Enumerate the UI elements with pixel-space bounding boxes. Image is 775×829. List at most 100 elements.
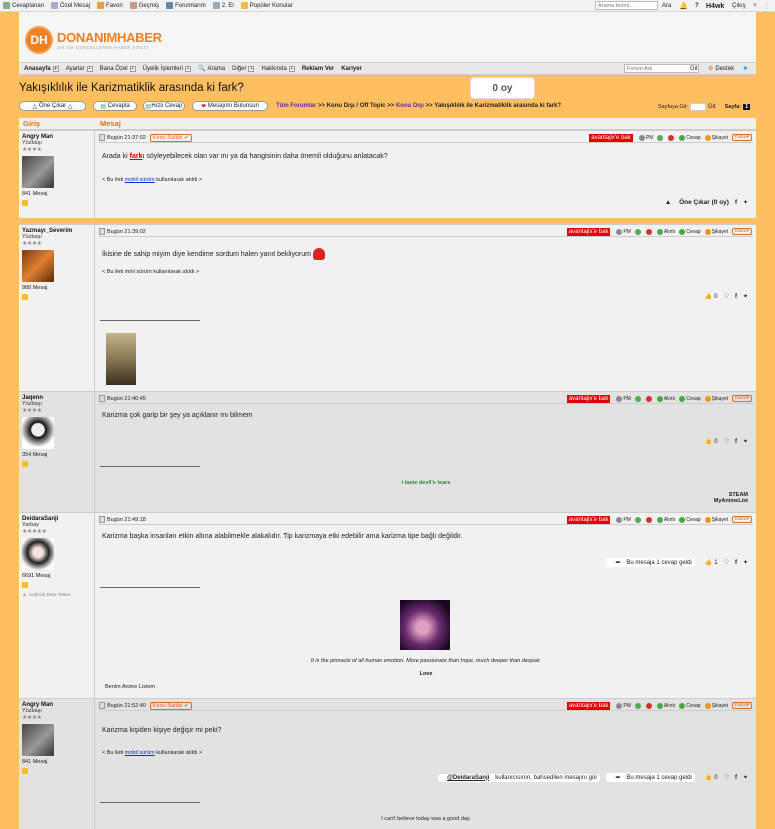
cevap-button[interactable]: Cevap	[679, 395, 701, 402]
rss-icon[interactable]	[22, 582, 28, 588]
highlight-button[interactable]: △ Öne Çıkar △	[19, 101, 86, 111]
cevap-button[interactable]: Cevap	[679, 702, 701, 709]
more-dropdown[interactable]: Daha ▾	[732, 395, 752, 402]
cevap-button[interactable]: Cevap	[679, 228, 701, 235]
user-icon[interactable]	[657, 134, 664, 141]
rss-icon[interactable]	[22, 768, 28, 774]
sikayet-button[interactable]: Şikayet	[704, 228, 728, 235]
anime-list-link[interactable]: Benim Anime Listem	[105, 684, 155, 690]
sikayet-button[interactable]: Şikayet	[704, 134, 728, 141]
twitter-icon[interactable]: ✦	[743, 774, 748, 781]
facebook-icon[interactable]: f	[735, 294, 737, 300]
like-icon[interactable]: 👍	[705, 438, 712, 445]
block-icon[interactable]	[645, 702, 653, 709]
topbar-gecmis[interactable]: Geçmiş	[129, 2, 159, 9]
pm-button[interactable]: PM	[616, 516, 631, 523]
page-number[interactable]: 1	[743, 104, 751, 110]
ad-badge[interactable]: avantajix'e bak	[566, 227, 611, 236]
rss-icon[interactable]	[22, 200, 28, 206]
vote-counter[interactable]: 0 oy	[470, 77, 535, 99]
pin-icon[interactable]: ▼	[752, 1, 758, 11]
topbar-cevaplanan[interactable]: Cevaplanan	[3, 2, 44, 9]
heart-icon[interactable]: ♡	[724, 774, 729, 781]
nav-arama[interactable]: 🔍 Arama	[198, 65, 225, 73]
logo-icon[interactable]: DH	[25, 26, 53, 54]
pm-button[interactable]: PM	[616, 395, 631, 402]
user-icon[interactable]	[634, 516, 642, 523]
search-button[interactable]: Ara	[662, 1, 671, 11]
find-my-message-button[interactable]: ❤ Mesajımı Bulunsun	[192, 101, 268, 111]
facebook-icon[interactable]: f	[735, 439, 737, 445]
col-login[interactable]: Giriş	[23, 119, 100, 128]
topbar-favori[interactable]: Favori	[97, 2, 123, 9]
sikayet-button[interactable]: Şikayet	[704, 395, 728, 402]
user-icon[interactable]	[634, 228, 642, 235]
block-icon[interactable]	[668, 134, 675, 141]
block-icon[interactable]	[645, 395, 653, 402]
more-icon[interactable]: ⋮	[764, 1, 770, 11]
pm-button[interactable]: PM	[616, 702, 631, 709]
bell-icon[interactable]: 🔔	[679, 1, 688, 11]
nav-uyelik[interactable]: Üyelik İşlemleri +	[143, 65, 191, 72]
ad-badge[interactable]: avantajix'e bak	[566, 515, 611, 524]
breadcrumb-all[interactable]: Tüm Forumlar	[276, 103, 316, 109]
alinti-button[interactable]: Alıntı	[656, 516, 675, 523]
replies-button[interactable]: ➦ Bu mesaja 1 cevap geldi	[606, 558, 695, 567]
help-button[interactable]: ?	[695, 1, 699, 11]
support-link[interactable]: ⚙ Destek	[708, 65, 734, 73]
like-icon[interactable]: 👍	[705, 293, 712, 300]
ad-badge[interactable]: avantajix'e bak	[566, 701, 611, 710]
forum-go-button[interactable]: Git	[690, 66, 698, 72]
heart-icon[interactable]: ♡	[724, 559, 729, 566]
twitter-icon[interactable]: ✦	[743, 293, 748, 300]
cevap-button[interactable]: Cevap	[679, 516, 701, 523]
nav-ayarlar[interactable]: Ayarlar +	[66, 65, 93, 72]
cevap-button[interactable]: Cevap	[679, 134, 701, 141]
breadcrumb-category[interactable]: Konu Dışı / Off Topic	[327, 103, 386, 109]
logout-link[interactable]: Çıkış	[732, 1, 746, 11]
avatar[interactable]	[22, 156, 54, 188]
mention-button[interactable]: @DeidaraSanji kullanıcısının, bahsedilen…	[438, 773, 601, 782]
twitter-icon[interactable]: ✦	[743, 199, 748, 206]
page-input[interactable]	[689, 103, 706, 111]
like-icon[interactable]: 👍	[705, 559, 712, 566]
user-icon[interactable]	[634, 702, 642, 709]
more-dropdown[interactable]: Daha ▾	[732, 516, 752, 523]
nav-kariyer[interactable]: Kariyer	[341, 66, 362, 72]
more-dropdown[interactable]: Daha ▾	[732, 702, 752, 709]
block-icon[interactable]	[645, 228, 653, 235]
avatar[interactable]	[22, 250, 54, 282]
more-dropdown[interactable]: Daha ▾	[732, 134, 752, 141]
forum-name-input[interactable]	[624, 64, 699, 73]
twitter-icon[interactable]: ✦	[743, 438, 748, 445]
topbar-forumlarim[interactable]: Forumlarım	[166, 2, 206, 9]
mobile-version-link[interactable]: mobil sürüm	[125, 177, 155, 183]
sikayet-button[interactable]: Şikayet	[704, 702, 728, 709]
replies-button[interactable]: ➦ Bu mesaja 1 cevap geldi	[606, 773, 695, 782]
nav-reklam[interactable]: Reklam Ver	[302, 66, 334, 72]
quick-reply-button[interactable]: ▤ Hızlı Cevap	[143, 101, 185, 111]
avatar[interactable]	[22, 724, 54, 756]
topbar-populer[interactable]: Popüler Konular	[240, 2, 293, 9]
twitter-icon[interactable]: ✦	[743, 559, 748, 566]
heart-icon[interactable]: ♡	[724, 438, 729, 445]
topbar-ikinci-el[interactable]: 2. El	[212, 2, 234, 9]
search-input[interactable]	[595, 1, 658, 10]
avatar[interactable]	[22, 538, 54, 570]
heart-icon[interactable]: ♡	[724, 293, 729, 300]
pm-button[interactable]: PM	[638, 134, 653, 141]
reply-button[interactable]: ▤ Cevapla	[93, 101, 137, 111]
user-icon[interactable]	[634, 395, 642, 402]
myanimelist-link[interactable]: MyAnimeList	[714, 498, 748, 504]
twitter-icon[interactable]: ✦	[742, 64, 749, 73]
facebook-icon[interactable]: f	[735, 560, 737, 566]
sikayet-button[interactable]: Şikayet	[704, 516, 728, 523]
block-icon[interactable]	[645, 516, 653, 523]
highlight-post-button[interactable]: ▲ Öne Çıkar (0 oy)	[659, 199, 729, 206]
topbar-ozel-mesaj[interactable]: Özel Mesaj	[51, 2, 90, 9]
alinti-button[interactable]: Alıntı	[656, 228, 675, 235]
like-icon[interactable]: 👍	[705, 774, 712, 781]
rss-icon[interactable]	[22, 294, 28, 300]
alinti-button[interactable]: Alıntı	[656, 702, 675, 709]
pm-button[interactable]: PM	[616, 228, 631, 235]
